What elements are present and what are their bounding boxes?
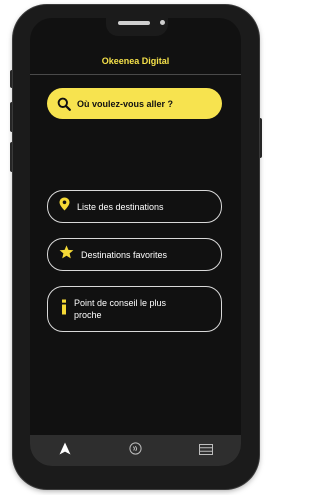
star-icon [59, 245, 74, 264]
search-button[interactable]: Où voulez-vous aller ? [47, 88, 222, 119]
info-icon [61, 299, 67, 320]
phone-notch [106, 16, 168, 36]
phone-speaker [118, 21, 150, 25]
search-label: Où voulez-vous aller ? [77, 98, 174, 109]
location-pin-icon [59, 197, 70, 216]
destinations-list-button[interactable]: Liste des destinations [47, 190, 222, 223]
tab-navigation[interactable] [45, 437, 85, 465]
app-screen: Okeenea Digital Où voulez-vous aller ? L… [30, 18, 241, 466]
list-icon [198, 442, 213, 460]
nearest-advice-point-label: Point de conseil le plus proche [74, 298, 167, 320]
phone-camera [160, 20, 165, 25]
tab-beacon[interactable] [115, 437, 155, 465]
navigation-arrow-icon [59, 442, 71, 460]
beacon-icon [129, 441, 142, 460]
favorite-destinations-button[interactable]: Destinations favorites [47, 238, 222, 271]
nearest-advice-point-button[interactable]: Point de conseil le plus proche [47, 286, 222, 332]
search-icon [57, 97, 71, 111]
favorite-destinations-label: Destinations favorites [81, 249, 168, 260]
tab-list[interactable] [186, 437, 226, 465]
destinations-list-label: Liste des destinations [77, 201, 164, 212]
app-title: Okeenea Digital [101, 56, 170, 66]
bottom-nav-bar [30, 435, 241, 466]
